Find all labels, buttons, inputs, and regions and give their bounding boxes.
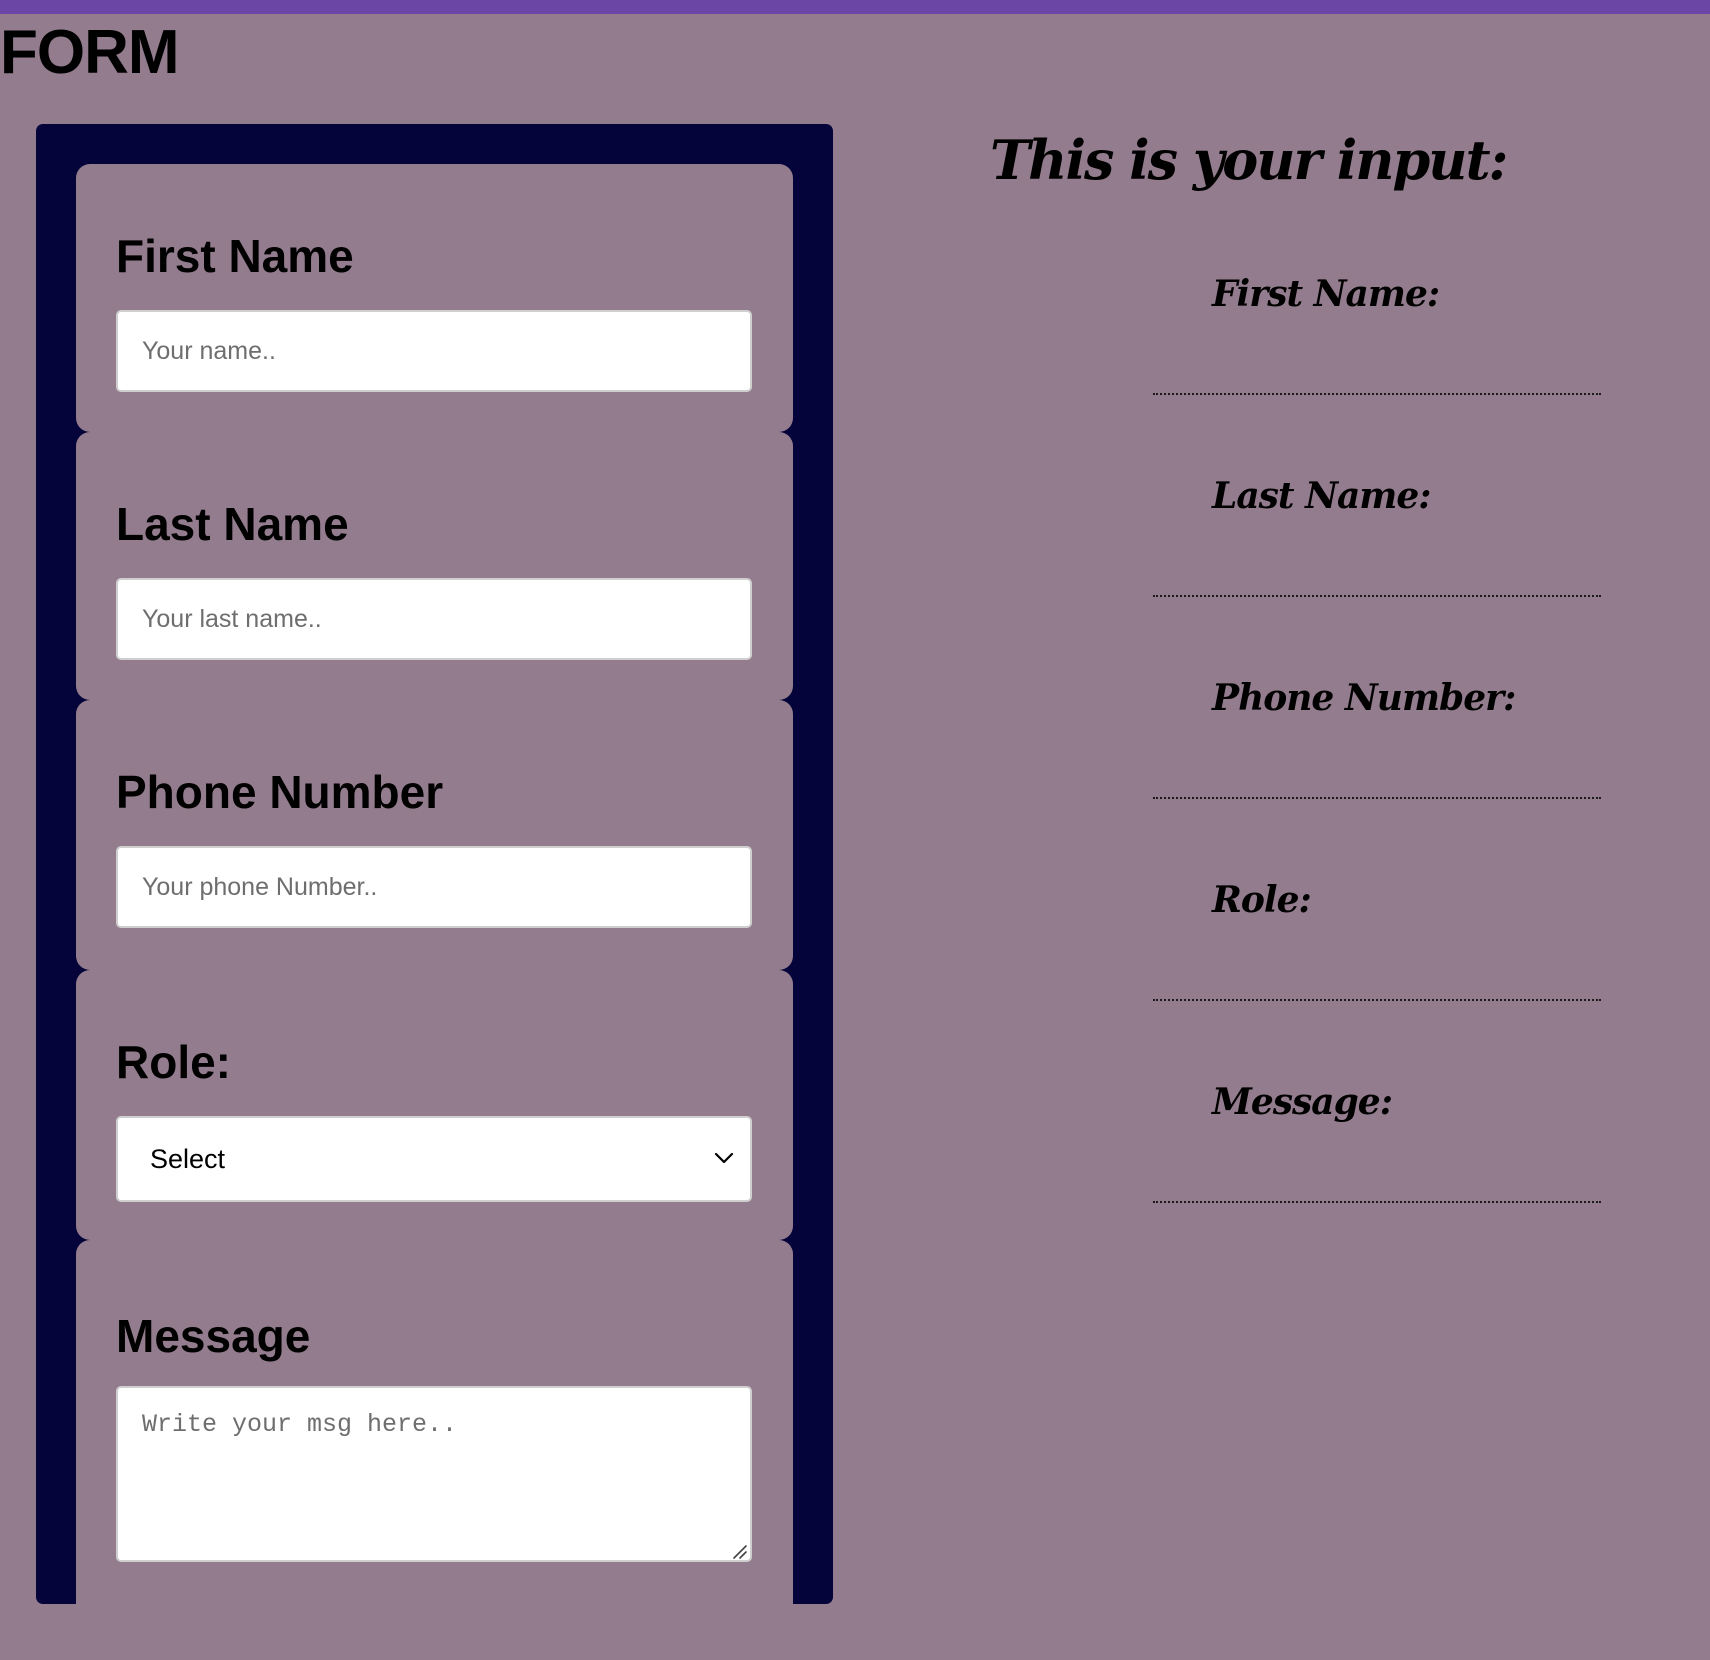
message-label: Message xyxy=(116,1310,311,1362)
preview-phone-number-value-line xyxy=(1153,797,1601,799)
preview-title: This is your input: xyxy=(990,128,1508,192)
last-name-field-card: Last Name xyxy=(76,432,793,700)
preview-message-value-line xyxy=(1153,1201,1601,1203)
chevron-down-icon xyxy=(714,1152,734,1164)
page-title: FORM xyxy=(0,18,180,87)
last-name-input[interactable] xyxy=(116,578,752,660)
role-field-card: Role: Select xyxy=(76,970,793,1240)
phone-number-label: Phone Number xyxy=(116,766,444,818)
resize-handle-icon[interactable] xyxy=(730,1542,748,1560)
role-select-value: Select xyxy=(150,1144,226,1174)
message-textarea[interactable] xyxy=(116,1386,752,1562)
phone-number-input[interactable] xyxy=(116,846,752,928)
preview-last-name-label: Last Name: xyxy=(1212,475,1432,517)
role-select[interactable]: Select xyxy=(116,1116,752,1202)
preview-role-label: Role: xyxy=(1212,879,1312,921)
preview-phone-number-label: Phone Number: xyxy=(1212,677,1516,719)
preview-first-name-label: First Name: xyxy=(1212,273,1440,315)
role-label: Role: xyxy=(116,1036,231,1088)
preview-last-name-value-line xyxy=(1153,595,1601,597)
last-name-label: Last Name xyxy=(116,498,349,550)
first-name-input[interactable] xyxy=(116,310,752,392)
preview-role-value-line xyxy=(1153,999,1601,1001)
form-container: First Name Last Name Phone Number Role: … xyxy=(36,124,833,1660)
top-accent-bar xyxy=(0,0,1710,14)
first-name-field-card: First Name xyxy=(76,164,793,432)
preview-first-name-value-line xyxy=(1153,393,1601,395)
preview-message-label: Message: xyxy=(1212,1081,1393,1123)
message-field-card: Message xyxy=(76,1240,793,1660)
phone-number-field-card: Phone Number xyxy=(76,700,793,970)
first-name-label: First Name xyxy=(116,230,354,282)
